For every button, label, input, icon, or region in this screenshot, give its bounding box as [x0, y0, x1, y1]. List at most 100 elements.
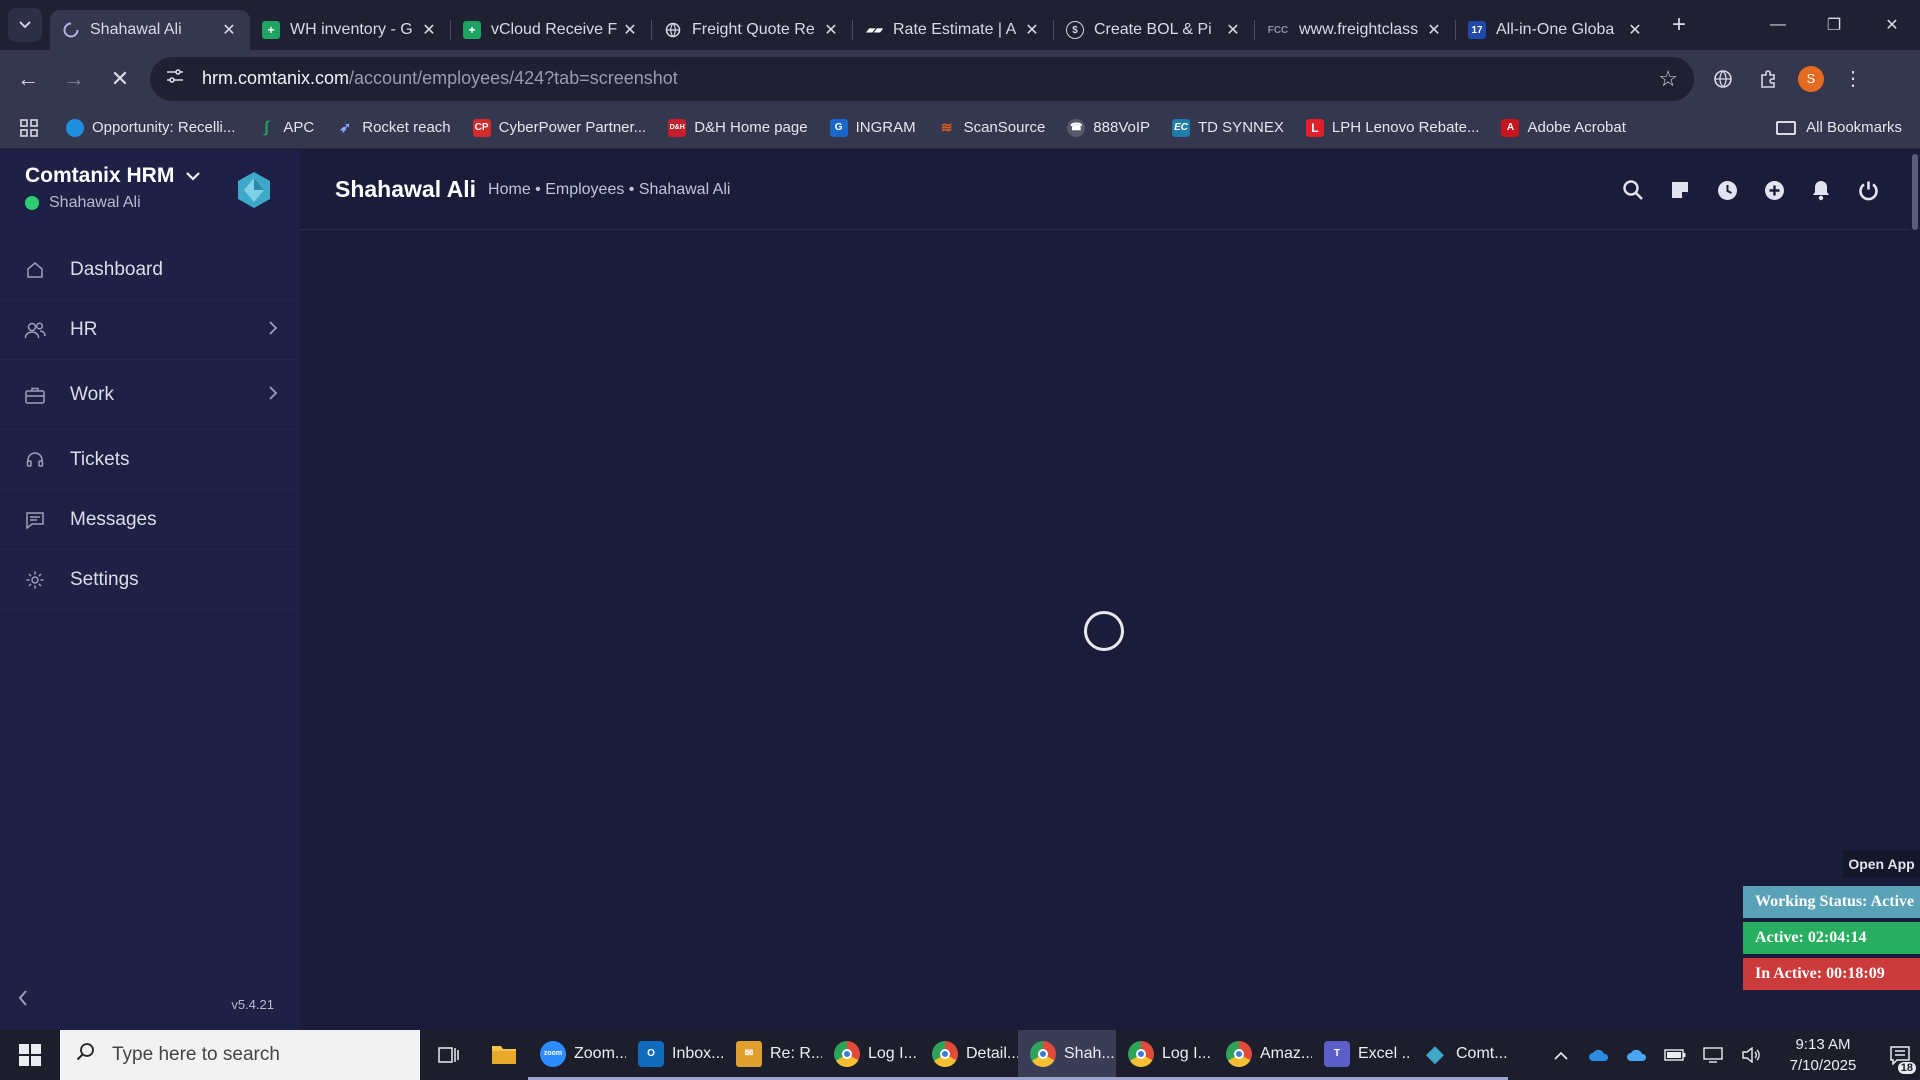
start-button[interactable]	[0, 1030, 60, 1080]
tab-title: Freight Quote Re	[692, 21, 815, 38]
file-explorer-button[interactable]	[478, 1030, 528, 1080]
bookmark-scansource[interactable]: ≋ ScanSource	[938, 119, 1046, 137]
sticky-note-icon[interactable]	[1668, 178, 1692, 202]
bookmark-888voip[interactable]: ☎ 888VoIP	[1067, 118, 1150, 137]
back-button[interactable]: ←	[10, 61, 46, 97]
bookmark-cyberpower[interactable]: CP CyberPower Partner...	[472, 118, 646, 137]
network-icon[interactable]	[1694, 1047, 1732, 1063]
bookmarks-bar: Opportunity: Recelli... ʃ APC ➶ Rocket rea…	[0, 107, 1920, 149]
tab-create-bol[interactable]: $ Create BOL & Pi ✕	[1054, 10, 1254, 50]
profile-avatar[interactable]: S	[1798, 65, 1824, 92]
apps-grid-icon[interactable]	[20, 118, 38, 137]
sidebar-item-label: Tickets	[70, 448, 130, 470]
close-window-button[interactable]: ✕	[1864, 0, 1920, 50]
taskbar-app-chrome-shahawal[interactable]: Shah...	[1018, 1030, 1116, 1080]
breadcrumb[interactable]: Home • Employees • Shahawal Ali	[488, 181, 730, 199]
new-tab-button[interactable]: +	[1662, 8, 1696, 42]
sidebar-item-work[interactable]: Work	[0, 360, 300, 430]
all-bookmarks-button[interactable]: All Bookmarks	[1776, 119, 1902, 136]
onedrive-business-cloud-icon[interactable]	[1618, 1048, 1656, 1062]
extensions-puzzle-icon[interactable]	[1752, 62, 1786, 96]
bookmark-star-icon[interactable]: ☆	[1658, 66, 1678, 92]
bell-icon[interactable]	[1809, 178, 1833, 202]
sidebar-item-dashboard[interactable]: Dashboard	[0, 240, 300, 300]
close-tab-icon[interactable]: ✕	[1224, 20, 1242, 40]
tab-freight-quote[interactable]: Freight Quote Re ✕	[652, 10, 852, 50]
comtanix-logo-icon	[238, 172, 270, 208]
show-hidden-icons-chevron-up-icon[interactable]	[1542, 1051, 1580, 1060]
browser-menu-icon[interactable]: ⋮	[1836, 62, 1870, 96]
headset-icon	[24, 449, 46, 471]
close-tab-icon[interactable]: ✕	[1023, 20, 1041, 40]
battery-icon[interactable]	[1656, 1049, 1694, 1061]
search-icon[interactable]	[1621, 178, 1645, 202]
forward-button[interactable]: →	[56, 61, 92, 97]
taskbar-app-chrome-amazon[interactable]: Amaz...	[1214, 1030, 1312, 1080]
bookmark-td-synnex[interactable]: EC TD SYNNEX	[1172, 118, 1284, 137]
sidebar-item-label: Work	[70, 383, 114, 405]
taskbar-app-label: Inbox...	[672, 1044, 724, 1062]
taskbar-app-chrome-detail[interactable]: Detail...	[920, 1030, 1018, 1080]
taskbar-app-chrome-log-1[interactable]: Log I...	[822, 1030, 920, 1080]
taskbar-app-chrome-log-2[interactable]: Log I...	[1116, 1030, 1214, 1080]
taskbar-app-outlook[interactable]: O Inbox...	[626, 1030, 724, 1080]
notification-center-button[interactable]: 18	[1880, 1030, 1920, 1080]
bookmark-adobe-acrobat[interactable]: A Adobe Acrobat	[1501, 118, 1626, 137]
close-tab-icon[interactable]: ✕	[1425, 20, 1443, 40]
taskbar-app-comtanix[interactable]: ◆ Comt...	[1410, 1030, 1508, 1080]
taskbar-search-input[interactable]: Type here to search	[60, 1030, 420, 1080]
close-tab-icon[interactable]: ✕	[1626, 20, 1644, 40]
loading-icon	[62, 21, 80, 39]
salesforce-cloud-icon	[66, 118, 84, 137]
close-tab-icon[interactable]: ✕	[420, 20, 438, 40]
url-path: /account/employees/424?tab=screenshot	[349, 68, 678, 88]
clock-date: 7/10/2025	[1789, 1057, 1857, 1074]
bookmark-apc[interactable]: ʃ APC	[257, 119, 315, 137]
sidebar-item-hr[interactable]: HR	[0, 300, 300, 360]
task-view-button[interactable]	[420, 1030, 478, 1080]
stop-loading-button[interactable]: ✕	[102, 61, 138, 97]
sidebar-item-settings[interactable]: Settings	[0, 550, 300, 610]
brand-switcher[interactable]: Comtanix HRM Shahawal Ali	[25, 164, 201, 212]
restore-button[interactable]: ❐	[1806, 0, 1862, 50]
translate-globe-icon[interactable]	[1706, 62, 1740, 96]
close-tab-icon[interactable]: ✕	[621, 20, 639, 40]
taskbar-app-mail[interactable]: ✉ Re: R...	[724, 1030, 822, 1080]
clock-icon[interactable]	[1715, 178, 1739, 202]
main-content	[300, 231, 1910, 1030]
address-bar[interactable]: hrm.comtanix.com/account/employees/424?t…	[150, 56, 1694, 101]
close-tab-icon[interactable]: ✕	[220, 20, 238, 40]
system-clock[interactable]: 9:13 AM 7/10/2025	[1778, 1034, 1868, 1076]
tab-vcloud-receive[interactable]: + vCloud Receive F ✕	[451, 10, 651, 50]
tab-freightclass[interactable]: FCC www.freightclass ✕	[1255, 10, 1455, 50]
onedrive-cloud-icon[interactable]	[1580, 1048, 1618, 1062]
bookmark-ingram[interactable]: G INGRAM	[829, 118, 916, 137]
bookmark-rocket-reach[interactable]: ➶ Rocket reach	[336, 119, 450, 137]
tab-title: All-in-One Globa	[1496, 21, 1615, 38]
power-icon[interactable]	[1856, 178, 1880, 202]
sidebar-item-messages[interactable]: Messages	[0, 490, 300, 550]
collapse-sidebar-button[interactable]	[18, 989, 28, 1012]
tab-shahawal-ali[interactable]: Shahawal Ali ✕	[50, 10, 250, 50]
add-circle-icon[interactable]	[1762, 178, 1786, 202]
taskbar-app-label: Comt...	[1456, 1044, 1508, 1062]
tab-search-button[interactable]	[8, 8, 42, 42]
tab-wh-inventory[interactable]: + WH inventory - G ✕	[250, 10, 450, 50]
scrollbar-thumb[interactable]	[1912, 154, 1918, 230]
tab-rate-estimate[interactable]: ▰▰ Rate Estimate | A ✕	[853, 10, 1053, 50]
minimize-button[interactable]: —	[1750, 0, 1806, 50]
loading-spinner-icon	[1084, 611, 1124, 651]
taskbar-app-teams-excel[interactable]: T Excel ...	[1312, 1030, 1410, 1080]
bookmark-dh-home[interactable]: D&H D&H Home page	[668, 118, 808, 137]
close-tab-icon[interactable]: ✕	[822, 20, 840, 40]
taskbar-app-label: Re: R...	[770, 1044, 822, 1062]
sidebar-item-tickets[interactable]: Tickets	[0, 430, 300, 490]
tab-all-in-one[interactable]: 17 All-in-One Globa ✕	[1456, 10, 1656, 50]
bookmark-opportunity[interactable]: Opportunity: Recelli...	[66, 118, 235, 137]
taskbar-app-zoom[interactable]: zoom Zoom...	[528, 1030, 626, 1080]
bookmark-lph-lenovo[interactable]: L LPH Lenovo Rebate...	[1305, 118, 1479, 137]
tab-title: WH inventory - G	[290, 21, 413, 38]
site-info-icon[interactable]	[166, 68, 188, 89]
volume-icon[interactable]	[1732, 1047, 1770, 1063]
open-app-button[interactable]: Open App	[1843, 850, 1920, 878]
